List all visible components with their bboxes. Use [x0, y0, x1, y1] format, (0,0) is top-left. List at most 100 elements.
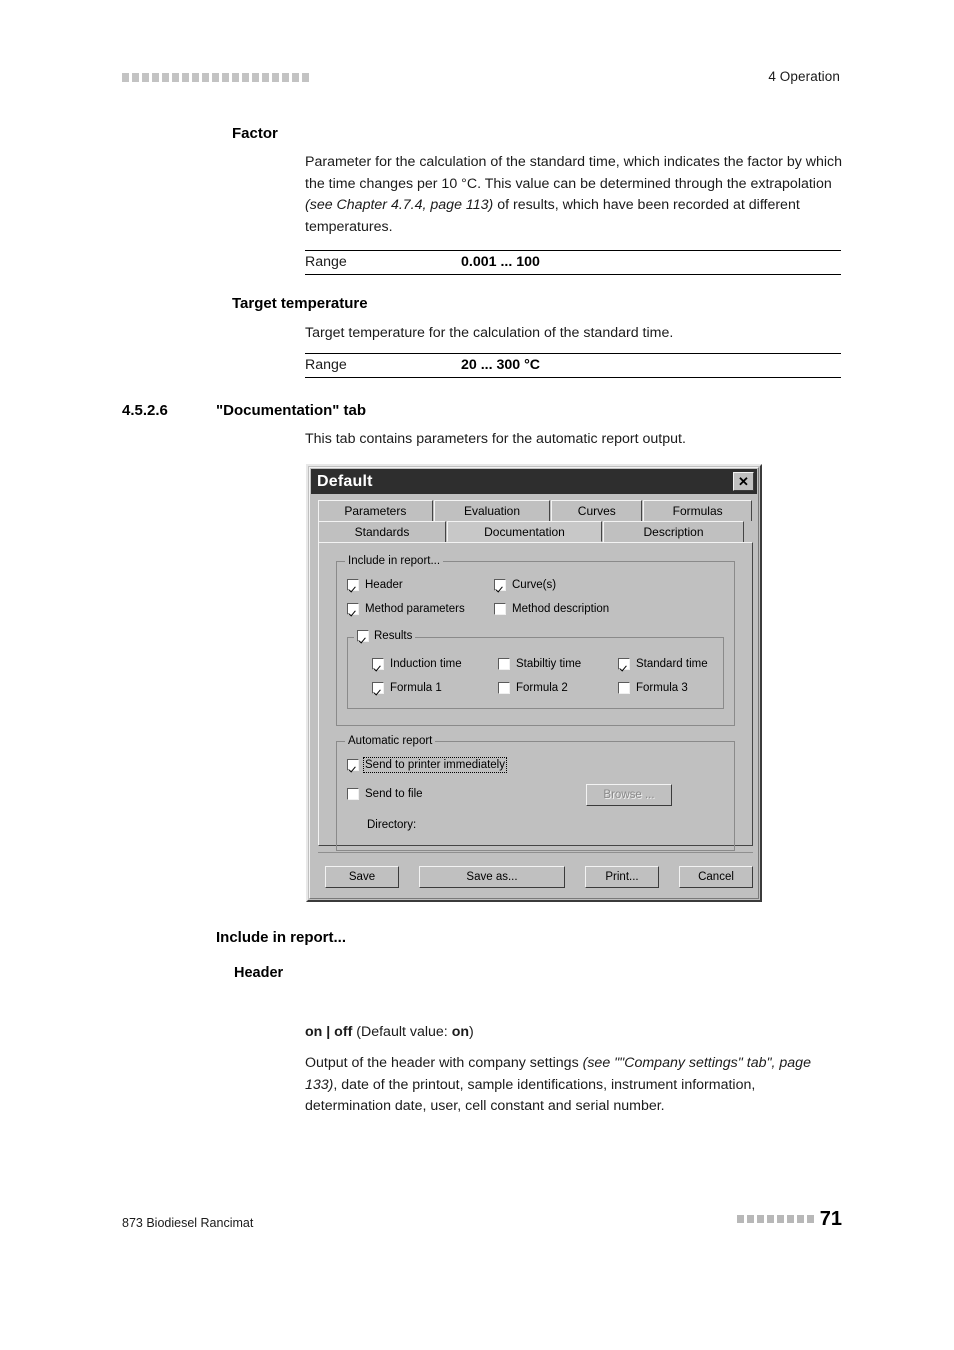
checkbox-box: [347, 788, 359, 800]
browse-button[interactable]: Browse ...: [586, 784, 672, 806]
group-title-results[interactable]: Results: [354, 630, 416, 642]
checkbox-method-parameters[interactable]: Method parameters: [347, 603, 465, 615]
checkbox-label: Formula 1: [390, 682, 442, 694]
factor-text-italic: (see Chapter 4.7.4, page 113): [305, 197, 494, 214]
group-results: Results Induction time Stabiltiy time St…: [347, 630, 724, 709]
checkbox-box: [494, 603, 506, 615]
group-include-in-report: Include in report... Header Curve(s) Met…: [336, 555, 735, 726]
checkbox-box: [372, 682, 384, 694]
tab-label: Evaluation: [463, 504, 521, 518]
header-onoff: on | off: [305, 1024, 353, 1040]
documentation-dialog: Default ✕ Parameters Evaluation Curves F…: [306, 464, 762, 902]
header-desc-1: Output of the header with company settin…: [305, 1055, 583, 1071]
range-label: Range: [305, 254, 347, 270]
page-number: 71: [819, 1208, 842, 1230]
range-value: 20 ... 300 °C: [461, 357, 541, 373]
checkbox-standard-time[interactable]: Standard time: [618, 658, 708, 670]
range-label: Range: [305, 357, 347, 373]
save-as-button[interactable]: Save as...: [419, 865, 565, 888]
checkbox-label: Method description: [512, 603, 610, 615]
paragraph-target-temperature: Target temperature for the calculation o…: [305, 325, 674, 341]
checkbox-box: [347, 579, 359, 591]
footer-product-name: 873 Biodiesel Rancimat: [122, 1216, 254, 1230]
dialog-title: Default: [317, 472, 373, 490]
page-header: 4 Operation: [0, 0, 954, 110]
header-default-suffix: ): [469, 1024, 474, 1040]
tab-label: Documentation: [484, 524, 565, 539]
close-x-icon[interactable]: ✕: [733, 472, 754, 491]
cancel-button-label: Cancel: [698, 870, 734, 883]
browse-button-label: Browse ...: [603, 789, 655, 801]
save-button[interactable]: Save: [325, 865, 399, 888]
tab-parameters[interactable]: Parameters: [318, 500, 433, 521]
checkbox-label: Curve(s): [512, 579, 557, 591]
group-title-include-in-report: Include in report...: [345, 555, 444, 567]
tab-standards[interactable]: Standards: [318, 521, 446, 542]
tab-row-1: Parameters Evaluation Curves Formulas: [318, 500, 753, 521]
range-table-factor: Range 0.001 ... 100: [305, 250, 841, 275]
header-desc-2: , date of the printout, sample identific…: [305, 1076, 756, 1115]
footer-page-indicator: 71: [736, 1208, 842, 1230]
documentation-tab-panel: Include in report... Header Curve(s) Met…: [318, 542, 753, 851]
checkbox-box: [618, 658, 630, 670]
heading-header: Header: [234, 965, 284, 981]
dialog-tabstrip: Parameters Evaluation Curves Formulas St…: [318, 500, 753, 544]
dialog-titlebar: Default ✕: [311, 469, 757, 494]
paragraph-header-description: Output of the header with company settin…: [305, 1053, 843, 1118]
checkbox-send-to-printer[interactable]: Send to printer immediately: [347, 757, 507, 773]
footer-decoration-squares: [736, 1215, 814, 1223]
paragraph-header-values: on | off (Default value: on): [305, 1022, 843, 1044]
checkbox-send-to-file[interactable]: Send to file: [347, 788, 423, 800]
checkbox-formula-2[interactable]: Formula 2: [498, 682, 568, 694]
checkbox-box: [357, 630, 369, 642]
checkbox-formula-3[interactable]: Formula 3: [618, 682, 688, 694]
checkbox-box: [347, 759, 359, 771]
tab-label: Parameters: [344, 504, 407, 518]
checkbox-box: [494, 579, 506, 591]
group-results-label: Results: [374, 630, 413, 642]
paragraph-documentation-tab: This tab contains parameters for the aut…: [305, 431, 686, 447]
save-button-label: Save: [348, 870, 376, 883]
cancel-button[interactable]: Cancel: [679, 865, 753, 888]
checkbox-curves[interactable]: Curve(s): [494, 579, 556, 591]
checkbox-label: Standard time: [636, 658, 708, 670]
print-button-label: Print...: [605, 870, 639, 883]
tab-label: Description: [643, 525, 704, 539]
tab-curves[interactable]: Curves: [551, 500, 643, 521]
checkbox-box: [498, 658, 510, 670]
table-row: Range 20 ... 300 °C: [305, 357, 841, 373]
checkbox-box: [618, 682, 630, 694]
header-decoration-squares: [122, 73, 309, 82]
checkbox-box: [347, 603, 359, 615]
checkbox-label: Induction time: [390, 658, 462, 670]
tab-row-2: Standards Documentation Description: [318, 521, 753, 542]
checkbox-formula-1[interactable]: Formula 1: [372, 682, 442, 694]
dialog-button-bar: Save Save as... Print... Cancel: [318, 852, 753, 892]
checkbox-label: Stabiltiy time: [516, 658, 582, 670]
factor-text-1: Parameter for the calculation of the sta…: [305, 154, 843, 192]
tab-documentation[interactable]: Documentation: [447, 521, 602, 542]
print-button[interactable]: Print...: [585, 865, 659, 888]
checkbox-label: Method parameters: [365, 603, 465, 615]
tab-description[interactable]: Description: [603, 521, 744, 542]
checkbox-method-description[interactable]: Method description: [494, 603, 609, 615]
save-as-button-label: Save as...: [466, 870, 518, 883]
checkbox-stability-time[interactable]: Stabiltiy time: [498, 658, 581, 670]
checkbox-induction-time[interactable]: Induction time: [372, 658, 462, 670]
tab-formulas[interactable]: Formulas: [643, 500, 752, 521]
table-row: Range 0.001 ... 100: [305, 254, 841, 270]
heading-include-in-report: Include in report...: [216, 929, 347, 946]
heading-factor: Factor: [232, 125, 278, 142]
heading-target-temperature: Target temperature: [232, 295, 368, 312]
checkbox-header[interactable]: Header: [347, 579, 403, 591]
paragraph-factor: Parameter for the calculation of the sta…: [305, 152, 843, 238]
checkbox-label: Formula 3: [636, 682, 688, 694]
header-default-value: on: [451, 1024, 470, 1040]
checkbox-label: Formula 2: [516, 682, 568, 694]
heading-documentation-tab: "Documentation" tab: [216, 402, 367, 419]
tab-evaluation[interactable]: Evaluation: [433, 500, 551, 521]
range-value: 0.001 ... 100: [461, 254, 540, 270]
checkbox-label: Send to printer immediately: [363, 757, 507, 773]
checkbox-label: Send to file: [365, 788, 423, 800]
header-default-prefix: (Default value:: [352, 1024, 452, 1040]
